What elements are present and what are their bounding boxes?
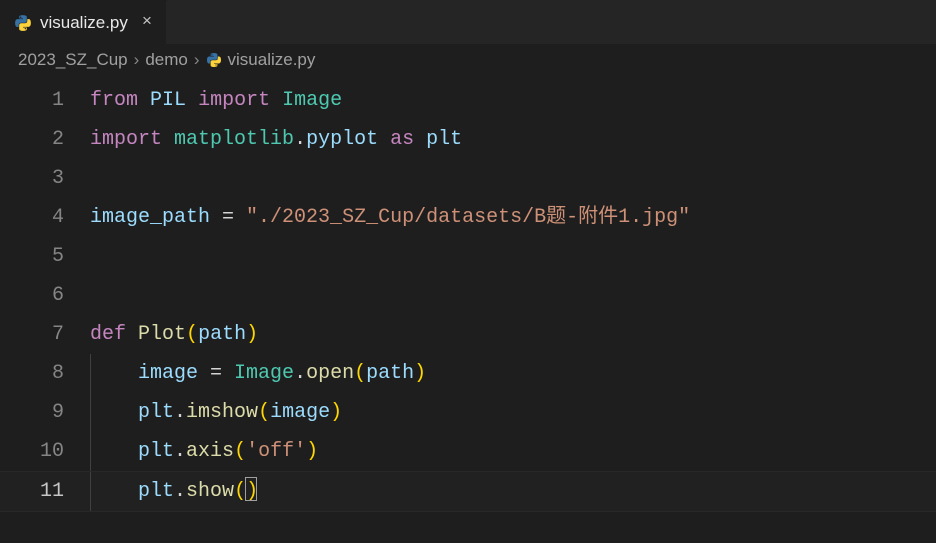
chevron-icon: › — [134, 50, 140, 70]
close-icon[interactable]: × — [136, 13, 152, 32]
text-cursor — [245, 477, 257, 501]
tab-filename: visualize.py — [40, 13, 128, 33]
code-line[interactable]: 6 — [0, 276, 936, 315]
python-icon — [206, 52, 222, 68]
code-line[interactable]: 5 — [0, 237, 936, 276]
code-line[interactable]: 1 from PIL import Image — [0, 81, 936, 120]
line-number: 9 — [0, 393, 90, 432]
code-line[interactable]: 11 plt.show() — [0, 471, 936, 512]
line-number: 3 — [0, 159, 90, 198]
breadcrumb: 2023_SZ_Cup › demo › visualize.py — [0, 44, 936, 77]
line-number: 5 — [0, 237, 90, 276]
line-number: 1 — [0, 81, 90, 120]
code-line[interactable]: 7 def Plot(path) — [0, 315, 936, 354]
line-number: 4 — [0, 198, 90, 237]
code-editor[interactable]: 1 from PIL import Image 2 import matplot… — [0, 77, 936, 512]
line-number: 6 — [0, 276, 90, 315]
chevron-icon: › — [194, 50, 200, 70]
breadcrumb-seg-2[interactable]: visualize.py — [228, 50, 316, 70]
line-number: 8 — [0, 354, 90, 393]
line-number: 7 — [0, 315, 90, 354]
code-line[interactable]: 8 image = Image.open(path) — [0, 354, 936, 393]
tabbar: visualize.py × — [0, 0, 936, 44]
python-icon — [14, 14, 32, 32]
line-number: 11 — [0, 472, 90, 511]
code-line[interactable]: 4 image_path = "./2023_SZ_Cup/datasets/B… — [0, 198, 936, 237]
code-line[interactable]: 2 import matplotlib.pyplot as plt — [0, 120, 936, 159]
code-line[interactable]: 9 plt.imshow(image) — [0, 393, 936, 432]
line-number: 10 — [0, 432, 90, 471]
line-number: 2 — [0, 120, 90, 159]
tab-visualize[interactable]: visualize.py × — [0, 0, 167, 44]
code-line[interactable]: 10 plt.axis('off') — [0, 432, 936, 471]
breadcrumb-seg-0[interactable]: 2023_SZ_Cup — [18, 50, 128, 70]
code-line[interactable]: 3 — [0, 159, 936, 198]
breadcrumb-seg-1[interactable]: demo — [145, 50, 188, 70]
